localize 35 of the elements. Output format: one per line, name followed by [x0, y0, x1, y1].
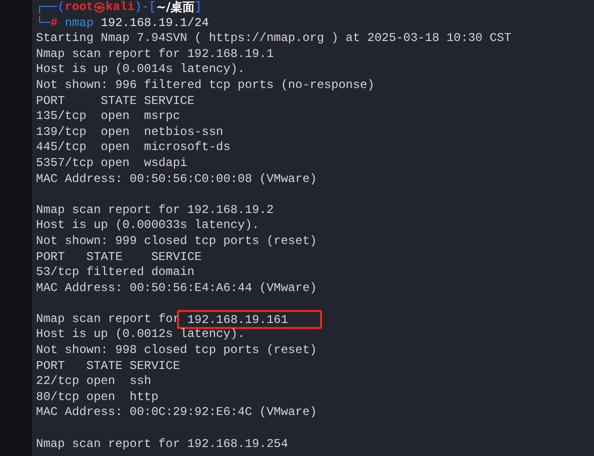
output-line: Nmap scan report for 192.168.19.2 — [36, 202, 274, 218]
prompt-host: kali — [106, 0, 134, 16]
output-line: Nmap scan report for 192.168.19.1 — [36, 46, 274, 62]
output-line: Starting Nmap 7.94SVN ( https://nmap.org ) at 2025-03-18 10:30 CST — [36, 31, 512, 47]
output-line: Nmap scan report for 192.168.19.254 — [36, 436, 288, 452]
output-line: PORT STATE SERVICE — [36, 94, 194, 110]
output-line: Not shown: 998 closed tcp ports (reset) — [36, 343, 317, 359]
output-line: MAC Address: 00:0C:29:92:E6:4C (VMware) — [36, 405, 317, 422]
output-line: MAC Address: 00:50:56:E4:A6:44 (VMware) — [36, 280, 317, 296]
prompt-user: root — [64, 0, 94, 16]
prompt-frame: ] — [194, 0, 202, 16]
output-line: 5357/tcp open wsdapi — [36, 156, 188, 172]
output-line: Not shown: 996 filtered tcp ports (no-response) — [36, 78, 374, 94]
output-line: 80/tcp open http — [36, 390, 158, 406]
command-name: nmap — [64, 16, 94, 32]
output-line: 22/tcp open ssh — [36, 374, 152, 390]
output-line: PORT STATE SERVICE — [36, 250, 202, 266]
output-line: PORT STATE SERVICE — [36, 358, 180, 374]
command-args: 192.168.19.1/24 — [100, 16, 209, 32]
output-line: Host is up (0.000033s latency). — [36, 218, 260, 234]
output-line: 53/tcp filtered domain — [36, 265, 194, 281]
highlight-box: 192.168.19.161 — [177, 310, 322, 330]
prompt-symbol: ㉿ — [94, 0, 106, 16]
prompt-frame: )-[ — [134, 0, 156, 16]
prompt-marker: # — [50, 16, 58, 32]
output-line: Host is up (0.0012s latency). — [36, 327, 245, 344]
output-line: Not shown: 999 closed tcp ports (reset) — [36, 234, 317, 250]
output-line: 135/tcp open msrpc — [36, 109, 180, 125]
output-line: Host is up (0.0014s latency). — [36, 62, 245, 78]
output-line: 445/tcp open microsoft-ds — [36, 140, 230, 156]
prompt-path: ~/桌面 — [156, 0, 194, 16]
output-line: 139/tcp open netbios-ssn — [36, 124, 224, 140]
prompt-frame: └─ — [36, 16, 50, 32]
output-line: MAC Address: 00:50:56:C0:00:08 (VMware) — [36, 172, 317, 188]
prompt-frame: ┌──( — [36, 0, 65, 16]
